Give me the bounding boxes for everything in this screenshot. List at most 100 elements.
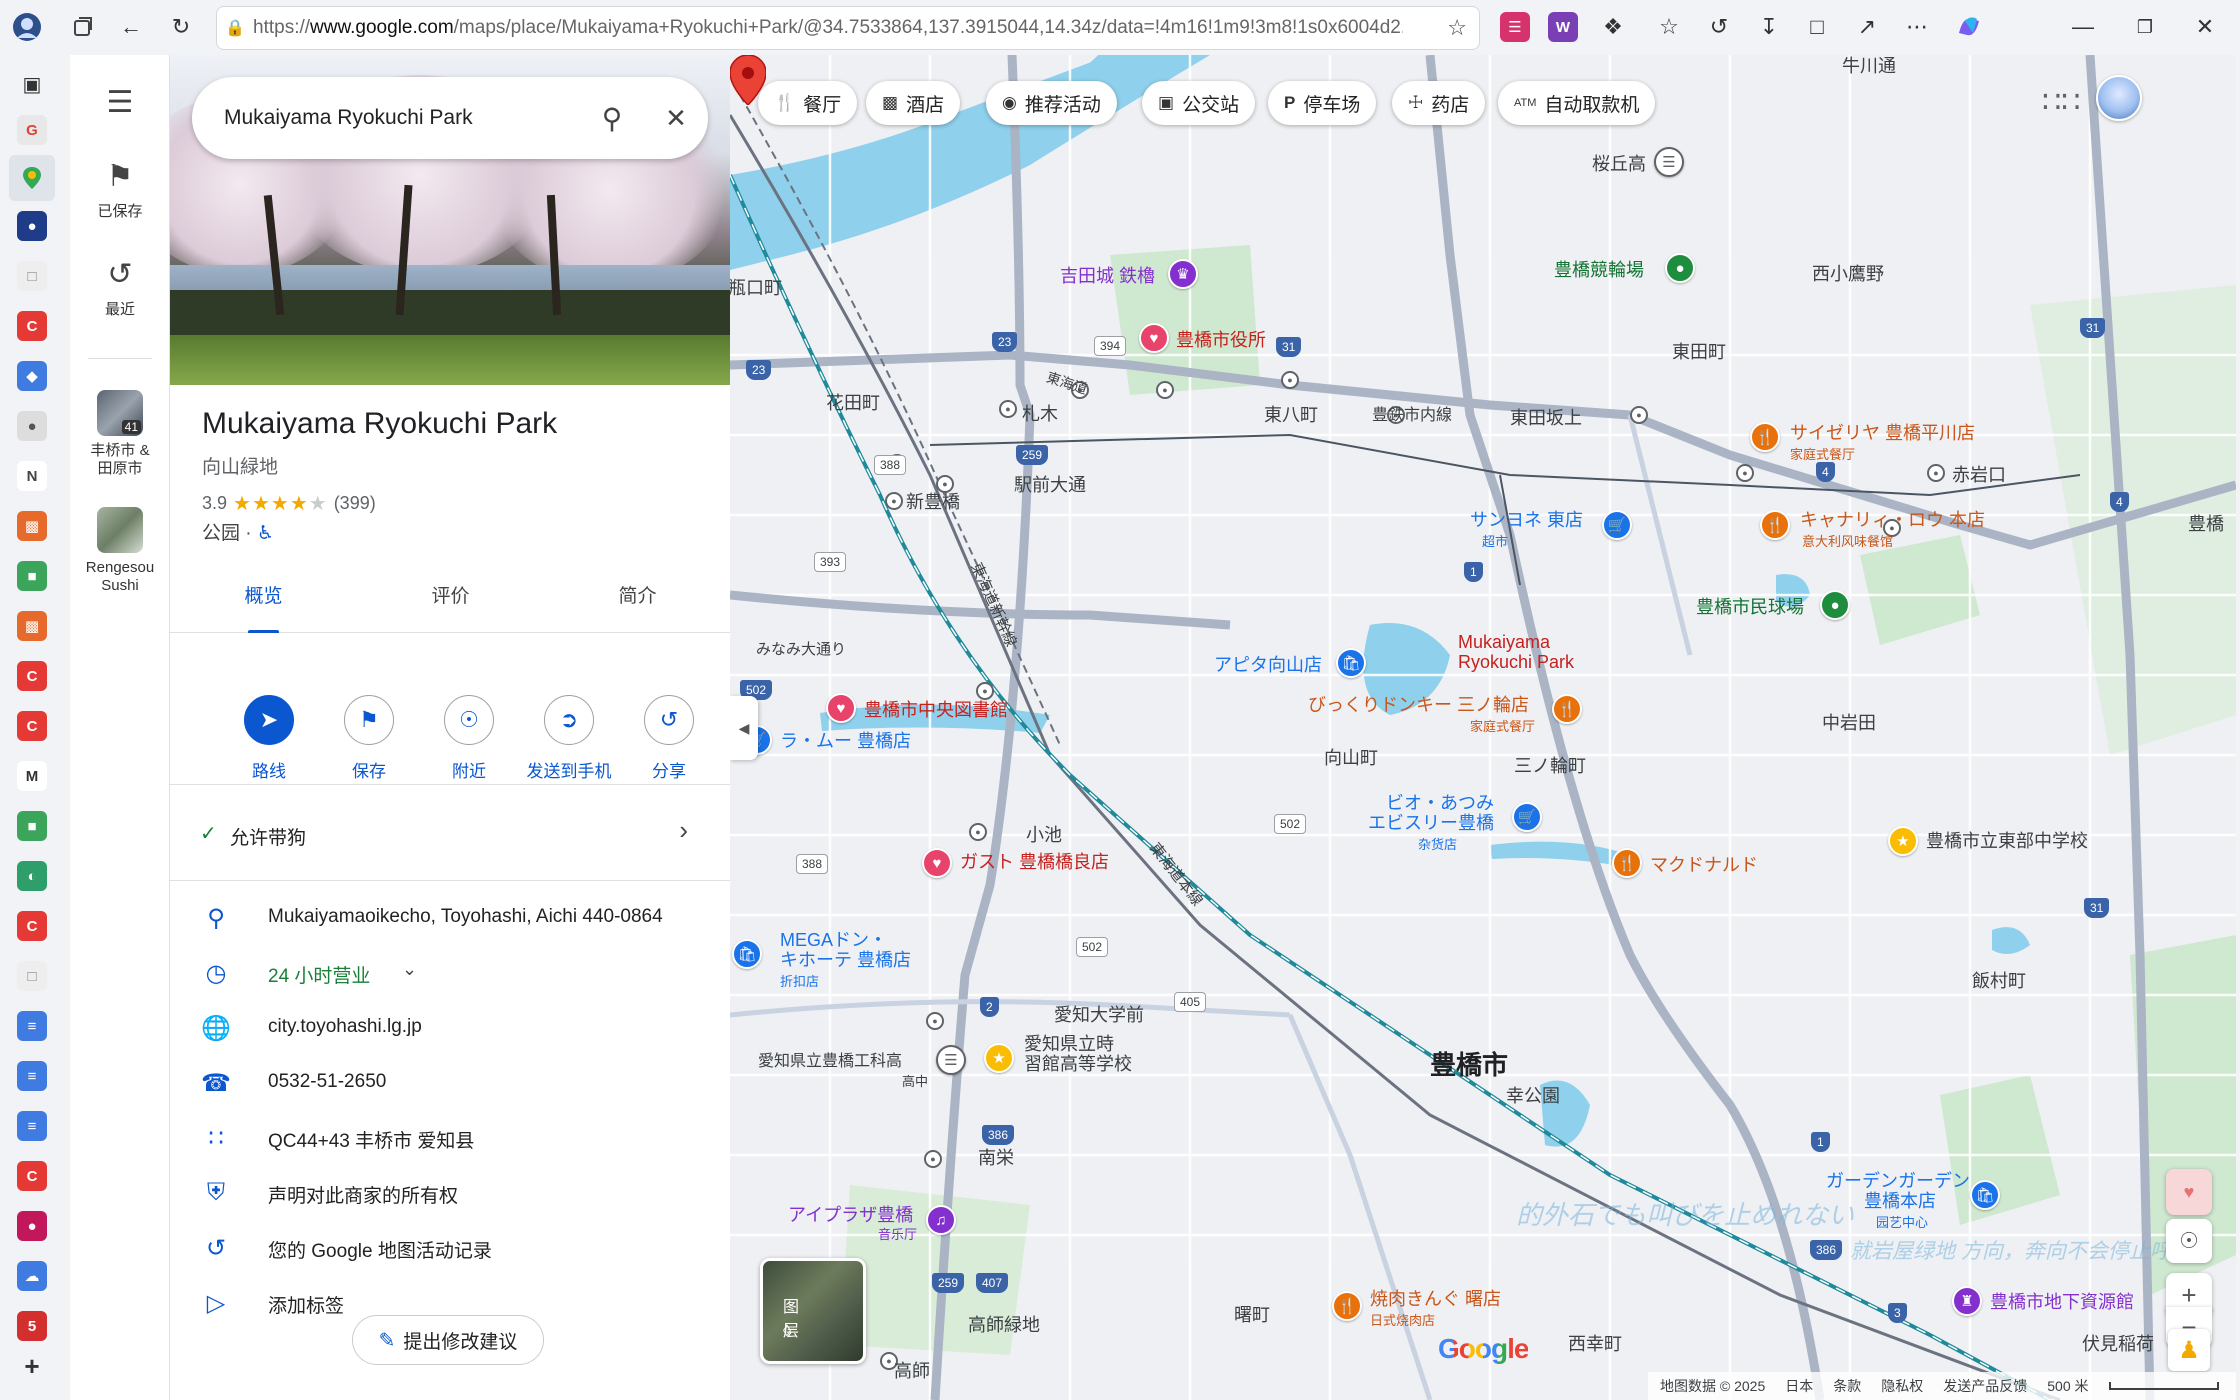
back-icon[interactable]: ← bbox=[114, 10, 148, 44]
tab-reviews[interactable]: 评价 bbox=[357, 571, 544, 633]
tab-about[interactable]: 简介 bbox=[544, 571, 730, 633]
tab-favicon[interactable]: □ bbox=[17, 261, 47, 291]
url-text[interactable]: https://www.google.com/maps/place/Mukaiy… bbox=[253, 17, 1403, 39]
address-row[interactable]: ⚲ Mukaiyamaoikecho, Toyohashi, Aichi 440… bbox=[170, 890, 730, 945]
review-count[interactable]: (399) bbox=[334, 493, 376, 514]
restaurant-icon[interactable]: 🍴 bbox=[1612, 848, 1642, 878]
minimize-icon[interactable]: — bbox=[2066, 10, 2100, 44]
chip-pharmacy[interactable]: ☩ 药店 bbox=[1392, 81, 1486, 125]
school-icon[interactable]: ☰ bbox=[1654, 147, 1684, 177]
privacy-link[interactable]: 隐私权 bbox=[1881, 1376, 1923, 1396]
tab-favicon[interactable]: ◆ bbox=[17, 361, 47, 391]
heart-marker-icon[interactable]: ♥ bbox=[1139, 323, 1169, 353]
tab-favicon[interactable]: M bbox=[17, 761, 47, 791]
heart-marker-icon[interactable]: ♥ bbox=[922, 848, 952, 878]
tab-overview[interactable]: 概览 bbox=[170, 571, 357, 633]
tab-favicon[interactable]: C bbox=[17, 711, 47, 741]
school-star-icon[interactable]: ★ bbox=[984, 1043, 1014, 1073]
tab-favicon[interactable]: G bbox=[17, 115, 47, 145]
map-canvas[interactable]: ● ● ● ● ● ● ● ● ● ● ● ● ● ● ● ● ● 23 259… bbox=[730, 55, 2236, 1400]
share-button[interactable]: ↺ 分享 bbox=[614, 695, 724, 782]
chip-restaurants[interactable]: 🍴 餐厅 bbox=[758, 81, 858, 125]
tab-favicon[interactable]: C bbox=[17, 1161, 47, 1191]
tab-favicon[interactable]: C bbox=[17, 311, 47, 341]
station-icon[interactable]: ● bbox=[976, 682, 994, 700]
tab-favicon[interactable]: ≡ bbox=[17, 1061, 47, 1091]
downloads-icon[interactable]: ↧ bbox=[1752, 10, 1786, 44]
send-to-phone-button[interactable]: ➲ 发送到手机 bbox=[514, 695, 624, 782]
website-row[interactable]: 🌐 city.toyohashi.lg.jp bbox=[170, 1000, 730, 1055]
shopping-cart-icon[interactable]: 🛒 bbox=[1512, 802, 1542, 832]
search-input[interactable]: Mukaiyama Ryokuchi Park bbox=[192, 106, 580, 130]
share-icon[interactable]: ↗ bbox=[1850, 10, 1884, 44]
chip-things-to-do[interactable]: ◉ 推荐活动 bbox=[986, 81, 1117, 125]
terms-link[interactable]: 条款 bbox=[1833, 1376, 1861, 1396]
region-link[interactable]: 日本 bbox=[1785, 1376, 1813, 1396]
directions-button[interactable]: ➤ 路线 bbox=[214, 695, 324, 782]
feedback-link[interactable]: 发送产品反馈 bbox=[1943, 1376, 2027, 1396]
tab-favicon[interactable]: 5 bbox=[17, 1311, 47, 1341]
new-tab-icon[interactable]: + bbox=[17, 1351, 47, 1381]
profile-icon[interactable] bbox=[10, 10, 44, 44]
workspaces-icon[interactable] bbox=[66, 10, 100, 44]
music-venue-icon[interactable]: ♫ bbox=[926, 1205, 956, 1235]
saved-button[interactable]: ⚑ 已保存 bbox=[70, 159, 170, 221]
website-link[interactable]: city.toyohashi.lg.jp bbox=[268, 1016, 422, 1038]
station-icon[interactable]: ● bbox=[1927, 464, 1945, 482]
station-icon[interactable]: ● bbox=[924, 1150, 942, 1168]
tab-favicon[interactable]: ● bbox=[17, 1211, 47, 1241]
restaurant-icon[interactable]: 🍴 bbox=[1760, 510, 1790, 540]
tab-favicon[interactable]: N bbox=[17, 461, 47, 491]
tab-favicon[interactable]: ● bbox=[17, 211, 47, 241]
google-apps-icon[interactable]: ∷∷ bbox=[2042, 85, 2080, 120]
restaurant-icon[interactable]: 🍴 bbox=[1332, 1291, 1362, 1321]
stadium-icon[interactable]: ● bbox=[1820, 590, 1850, 620]
screenshot-icon[interactable]: □ bbox=[1800, 10, 1834, 44]
layers-button[interactable]: ◊ 图层 bbox=[760, 1258, 866, 1364]
maximize-icon[interactable]: ❐ bbox=[2128, 10, 2162, 44]
tab-favicon[interactable]: ▩ bbox=[17, 511, 47, 541]
tab-favicon[interactable]: ≡ bbox=[17, 1111, 47, 1141]
copilot-icon[interactable] bbox=[1952, 10, 1986, 44]
restaurant-icon[interactable]: 🍴 bbox=[1552, 694, 1582, 724]
station-icon[interactable]: ● bbox=[1156, 381, 1174, 399]
more-menu-icon[interactable]: ⋯ bbox=[1900, 10, 1934, 44]
nearby-button[interactable]: ☉ 附近 bbox=[414, 695, 524, 782]
amenity-row[interactable]: ✓ 允许带狗 › bbox=[170, 785, 730, 881]
close-icon[interactable]: ✕ bbox=[644, 103, 708, 134]
pluscode-row[interactable]: ∷ QC44+43 丰桥市 爱知县 bbox=[170, 1110, 730, 1165]
landmark-icon[interactable]: ♛ bbox=[1168, 259, 1198, 289]
tab-actions-icon[interactable]: ▣ bbox=[17, 69, 47, 99]
refresh-icon[interactable]: ↻ bbox=[164, 10, 198, 44]
tab-favicon[interactable]: C bbox=[17, 661, 47, 691]
my-location-button[interactable]: ☉ bbox=[2166, 1219, 2212, 1263]
station-icon[interactable]: ● bbox=[1736, 464, 1754, 482]
rating-row[interactable]: 3.9 ★★★★★ (399) bbox=[202, 491, 376, 516]
phone-row[interactable]: ☎ 0532-51-2650 bbox=[170, 1055, 730, 1110]
menu-button[interactable]: ☰ bbox=[70, 85, 170, 126]
account-avatar[interactable] bbox=[2096, 75, 2142, 121]
chip-hotels[interactable]: ▩ 酒店 bbox=[866, 81, 961, 125]
restaurant-icon[interactable]: 🍴 bbox=[1750, 422, 1780, 452]
station-icon[interactable]: ● bbox=[1630, 406, 1648, 424]
activity-row[interactable]: ↺ 您的 Google 地图活动记录 bbox=[170, 1220, 730, 1275]
tab-favicon[interactable]: ☁ bbox=[17, 1261, 47, 1291]
shopping-bag-icon[interactable]: 🛍 bbox=[1970, 1180, 2000, 1210]
search-icon[interactable]: ⚲ bbox=[580, 102, 644, 135]
station-icon[interactable]: ● bbox=[969, 823, 987, 841]
suggest-edit-button[interactable]: ✎ 提出修改建议 bbox=[352, 1315, 544, 1365]
heart-marker-icon[interactable]: ♥ bbox=[826, 693, 856, 723]
claim-row[interactable]: ⛨ 声明对此商家的所有权 bbox=[170, 1165, 730, 1220]
scale-label[interactable]: 500 米 bbox=[2047, 1376, 2088, 1396]
site-info-icon[interactable]: 🔒 bbox=[217, 18, 253, 38]
recent-button[interactable]: ↺ 最近 bbox=[70, 257, 170, 319]
history-icon[interactable]: ↺ bbox=[1702, 10, 1736, 44]
tab-favicon[interactable]: ▩ bbox=[17, 611, 47, 641]
favorite-star-icon[interactable]: ☆ bbox=[1447, 15, 1467, 41]
street-view-pegman-icon[interactable]: ♟ bbox=[2168, 1329, 2210, 1371]
address-bar[interactable]: 🔒 https://www.google.com/maps/place/Muka… bbox=[216, 6, 1480, 50]
chevron-down-icon[interactable]: ⌄ bbox=[402, 959, 417, 980]
tab-favicon[interactable]: ■ bbox=[17, 561, 47, 591]
school-star-icon[interactable]: ★ bbox=[1888, 826, 1918, 856]
favorites-icon[interactable]: ☆ bbox=[1652, 10, 1686, 44]
